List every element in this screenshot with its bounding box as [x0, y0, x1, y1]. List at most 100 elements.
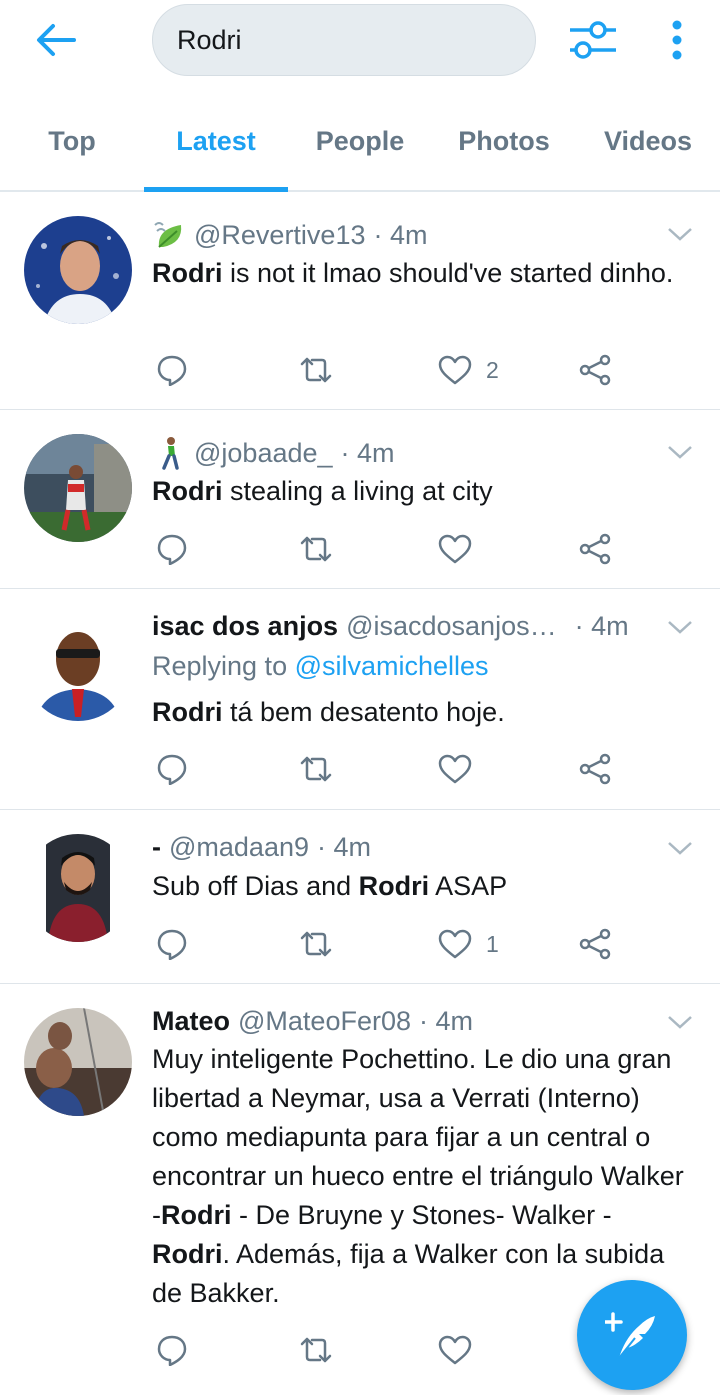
retweet-button[interactable]	[298, 527, 334, 571]
tweet-header: - @madaan9 · 4m	[152, 832, 371, 863]
chevron-down-icon[interactable]	[666, 617, 694, 637]
tweet-header: @jobaade_ · 4m	[152, 436, 395, 470]
tweet-text: Rodri is not it lmao should've started d…	[152, 254, 697, 293]
tweet-handle[interactable]: @jobaade_	[194, 438, 333, 469]
like-button[interactable]: 2	[438, 348, 499, 392]
retweet-icon	[300, 1337, 332, 1363]
avatar[interactable]	[24, 613, 132, 721]
heart-icon	[438, 355, 472, 385]
chevron-down-icon[interactable]	[666, 442, 694, 462]
share-icon	[579, 928, 611, 960]
retweet-icon	[300, 536, 332, 562]
speech-bubble-icon	[157, 355, 187, 386]
heart-icon	[438, 534, 472, 564]
like-button[interactable]	[438, 527, 486, 571]
tweet-text-part: is not it lmao should've started dinho.	[222, 258, 674, 288]
tab-videos[interactable]: Videos	[576, 92, 720, 190]
tweet-time: · 4m	[340, 437, 395, 468]
tweet-text: Muy inteligente Pochettino. Le dio una g…	[152, 1040, 697, 1313]
like-button[interactable]	[438, 1328, 486, 1372]
tweet-text-part: - De Bruyne y Stones- Walker -	[231, 1200, 612, 1230]
search-filter-button[interactable]	[565, 16, 619, 64]
tweet-text-part: ASAP	[429, 871, 508, 901]
retweet-button[interactable]	[298, 348, 334, 392]
replying-to-handle[interactable]: @silvamichelles	[295, 651, 489, 681]
tweet-display-name[interactable]: Mateo	[152, 1006, 230, 1037]
avatar[interactable]	[24, 216, 132, 324]
reply-button[interactable]	[156, 747, 188, 791]
replying-to-label: Replying to	[152, 651, 295, 681]
tweet-handle[interactable]: @isacdosanjos…	[346, 611, 557, 642]
tweet-text-part: tá bem desatento hoje.	[222, 697, 505, 727]
more-options-button[interactable]	[660, 16, 694, 64]
like-button[interactable]: 1	[438, 922, 499, 966]
retweet-button[interactable]	[298, 1328, 334, 1372]
vertical-dots-icon	[672, 20, 682, 60]
speech-bubble-icon	[157, 1335, 187, 1366]
tweet-display-name[interactable]: isac dos anjos	[152, 611, 338, 642]
search-term-highlight: Rodri	[152, 258, 223, 288]
back-button[interactable]	[30, 18, 82, 62]
search-query: Rodri	[177, 25, 242, 55]
retweet-button[interactable]	[298, 747, 334, 791]
avatar[interactable]	[24, 434, 132, 542]
share-icon	[579, 533, 611, 565]
search-input[interactable]: Rodri	[152, 4, 536, 76]
tweet-header: @Revertive13 · 4m	[152, 218, 427, 252]
speech-bubble-icon	[157, 929, 187, 960]
search-tabs: Top Latest People Photos Videos	[0, 92, 720, 192]
tweet-text-part: stealing a living at city	[222, 476, 493, 506]
arrow-left-icon	[37, 24, 76, 56]
person-walking-emoji-icon	[152, 436, 188, 470]
like-button[interactable]	[438, 747, 486, 791]
tweet-display-name[interactable]: -	[152, 832, 161, 863]
reply-button[interactable]	[156, 527, 188, 571]
share-button[interactable]	[578, 527, 612, 571]
replying-to: Replying to @silvamichelles	[152, 651, 489, 682]
retweet-button[interactable]	[298, 922, 334, 966]
share-button[interactable]	[578, 747, 612, 791]
tweet[interactable]: @jobaade_ · 4m Rodri stealing a living a…	[0, 410, 720, 589]
heart-icon	[438, 1335, 472, 1365]
share-icon	[579, 354, 611, 386]
avatar[interactable]	[24, 834, 132, 942]
tweet-time: · 4m	[574, 611, 629, 641]
search-term-highlight: Rodri	[152, 476, 223, 506]
tweet-header: isac dos anjos @isacdosanjos… · 4m	[152, 611, 629, 642]
chevron-down-icon[interactable]	[666, 1012, 694, 1032]
reply-button[interactable]	[156, 922, 188, 966]
tweet-header: Mateo @MateoFer08 · 4m	[152, 1006, 473, 1037]
speech-bubble-icon	[157, 534, 187, 565]
search-term-highlight: Rodri	[358, 871, 430, 901]
reply-button[interactable]	[156, 348, 188, 392]
chevron-down-icon[interactable]	[666, 838, 694, 858]
leaf-wind-emoji-icon	[152, 218, 188, 252]
reply-button[interactable]	[156, 1328, 188, 1372]
share-button[interactable]	[578, 922, 612, 966]
retweet-icon	[300, 931, 332, 957]
tweet-handle[interactable]: @MateoFer08	[238, 1006, 411, 1037]
tweet-actions: 2	[152, 348, 652, 392]
speech-bubble-icon	[157, 754, 187, 785]
compose-tweet-button[interactable]	[577, 1280, 687, 1390]
tab-latest[interactable]: Latest	[144, 92, 288, 190]
tweet-actions	[152, 747, 652, 791]
tab-photos[interactable]: Photos	[432, 92, 576, 190]
avatar[interactable]	[24, 1008, 132, 1116]
tweet[interactable]: @Revertive13 · 4m Rodri is not it lmao s…	[0, 192, 720, 410]
retweet-icon	[300, 756, 332, 782]
tweet[interactable]: isac dos anjos @isacdosanjos… · 4m Reply…	[0, 589, 720, 810]
tab-people[interactable]: People	[288, 92, 432, 190]
tweet-handle[interactable]: @Revertive13	[194, 220, 365, 251]
tweet-handle[interactable]: @madaan9	[169, 832, 309, 863]
heart-icon	[438, 754, 472, 784]
tweet-actions	[152, 527, 652, 571]
tweet-text: Rodri tá bem desatento hoje.	[152, 693, 697, 732]
tweet-text-part: Sub off Dias and	[152, 871, 359, 901]
chevron-down-icon[interactable]	[666, 224, 694, 244]
tweet-time: · 4m	[373, 219, 428, 250]
share-button[interactable]	[578, 348, 612, 392]
share-icon	[579, 753, 611, 785]
tweet[interactable]: - @madaan9 · 4m Sub off Dias and Rodri A…	[0, 810, 720, 984]
tab-top[interactable]: Top	[0, 92, 144, 190]
